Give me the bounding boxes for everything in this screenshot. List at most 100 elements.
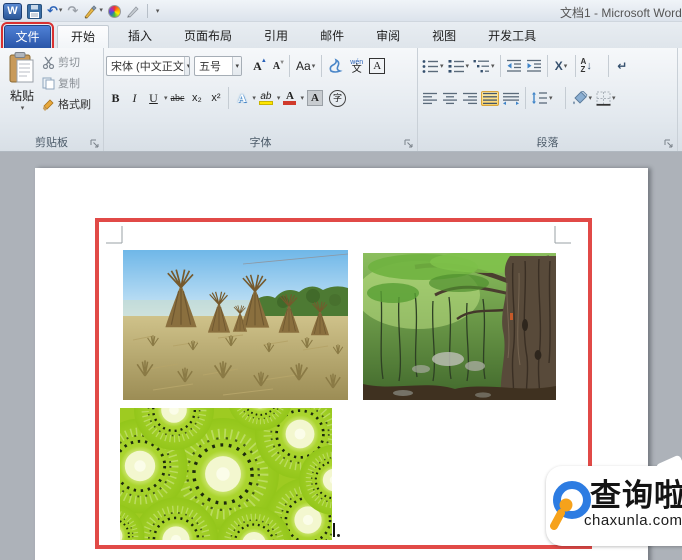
borders-icon	[596, 91, 611, 106]
tab-page-layout[interactable]: 页面布局	[171, 25, 245, 48]
clipboard-group: 粘贴 ▾ 剪切 复制	[0, 48, 104, 151]
tab-review[interactable]: 审阅	[363, 25, 413, 48]
increase-indent-button[interactable]	[525, 58, 543, 74]
word-application-icon[interactable]: W	[3, 3, 22, 20]
scissors-icon	[42, 56, 55, 69]
font-family-value: 宋体 (中文正文	[111, 58, 184, 74]
line-spacing-button[interactable]: ▾	[530, 90, 554, 106]
justify-icon	[482, 92, 498, 105]
font-color-button[interactable]: A	[280, 87, 299, 109]
redo-icon: ↷	[67, 3, 78, 19]
clear-formatting-button[interactable]	[325, 55, 347, 77]
shrink-font-button[interactable]: A​▼	[267, 55, 286, 77]
photo-haystack-field[interactable]	[123, 250, 348, 400]
font-size-combo[interactable]: 五号 ▾	[194, 56, 242, 76]
align-right-button[interactable]	[461, 91, 479, 106]
superscript-button[interactable]: x²	[206, 87, 225, 109]
format-painter-icon	[42, 98, 55, 111]
numbering-button[interactable]: ▾	[447, 58, 471, 75]
borders-button[interactable]: ▾	[595, 90, 617, 107]
font-family-combo[interactable]: 宋体 (中文正文 ▾	[106, 56, 190, 76]
highlight-color-button[interactable]: ab	[256, 87, 276, 109]
font-size-value: 五号	[199, 58, 221, 74]
change-case-button[interactable]: Aa ▾	[293, 55, 318, 77]
redo-button[interactable]: ↷	[67, 3, 78, 19]
cut-button[interactable]: 剪切	[42, 53, 91, 71]
tab-home[interactable]: 开始	[57, 25, 109, 48]
clear-formatting-icon	[328, 58, 344, 74]
tab-mailings[interactable]: 邮件	[307, 25, 357, 48]
pen-annotate-button[interactable]	[126, 4, 140, 18]
tab-developer[interactable]: 开发工具	[475, 25, 549, 48]
undo-button[interactable]: ↶ ▾	[47, 3, 62, 19]
clipboard-dialog-launcher[interactable]	[90, 139, 100, 149]
text-cursor	[333, 523, 335, 537]
draw-pens-button[interactable]: ▾	[83, 3, 103, 19]
grow-font-button[interactable]: A​▲	[248, 55, 267, 77]
font-dialog-launcher[interactable]	[404, 139, 414, 149]
paste-dropdown-caret[interactable]: ▾	[21, 104, 25, 112]
font-size-caret[interactable]: ▾	[232, 57, 241, 75]
paragraph-dot	[337, 534, 340, 537]
font-family-caret[interactable]: ▾	[184, 57, 190, 75]
pens-dropdown-caret[interactable]: ▾	[99, 3, 103, 19]
paragraph-dialog-launcher[interactable]	[664, 139, 674, 149]
save-button[interactable]	[27, 4, 42, 19]
multilevel-list-button[interactable]: ▾	[472, 58, 496, 75]
text-effects-button[interactable]: A	[232, 87, 251, 109]
distribute-button[interactable]	[501, 91, 521, 106]
tab-insert[interactable]: 插入	[115, 25, 165, 48]
font-group: 宋体 (中文正文 ▾ 五号 ▾ A​▲ A​▼ Aa ▾	[104, 48, 418, 151]
undo-dropdown-caret[interactable]: ▾	[59, 3, 63, 19]
character-shading-button[interactable]: A	[304, 87, 326, 109]
align-center-button[interactable]	[441, 91, 459, 106]
phonetic-guide-button[interactable]: wén 文	[347, 55, 366, 77]
strikethrough-button[interactable]: abc	[168, 87, 188, 109]
watermark-name: 查询啦	[590, 470, 682, 515]
multilevel-list-icon	[473, 59, 490, 74]
bullets-icon	[422, 59, 439, 74]
align-left-button[interactable]	[421, 91, 439, 106]
customize-qat-caret[interactable]: ▾	[156, 7, 160, 15]
photo-forest-tree[interactable]	[363, 253, 556, 400]
paste-button[interactable]: 粘贴 ▾	[4, 52, 40, 132]
paste-icon	[9, 52, 35, 84]
enclose-characters-button[interactable]: 字	[326, 87, 349, 109]
underline-button[interactable]: U	[144, 87, 163, 109]
shading-button[interactable]: ▾	[570, 90, 594, 107]
format-painter-button[interactable]: 格式刷	[42, 95, 91, 113]
copy-button[interactable]: 复制	[42, 74, 91, 92]
decrease-indent-icon	[506, 59, 522, 73]
ribbon: 粘贴 ▾ 剪切 复制	[0, 48, 682, 152]
subscript-button[interactable]: x₂	[187, 87, 206, 109]
sort-button[interactable]: A Z ↓	[580, 57, 593, 75]
justify-button[interactable]	[481, 91, 499, 106]
line-spacing-icon	[531, 91, 548, 105]
show-hide-marks-button[interactable]: ↵	[613, 55, 632, 77]
bullets-button[interactable]: ▾	[421, 58, 445, 75]
align-left-icon	[422, 92, 438, 105]
underline-caret[interactable]: ▾	[164, 94, 168, 102]
character-border-button[interactable]: A	[366, 55, 388, 77]
cut-label: 剪切	[58, 54, 80, 70]
decrease-indent-button[interactable]	[505, 58, 523, 74]
asian-layout-button[interactable]: X ▾	[552, 55, 571, 77]
tab-view[interactable]: 视图	[419, 25, 469, 48]
tab-references[interactable]: 引用	[251, 25, 301, 48]
title-bar: W ↶ ▾ ↷ ▾	[0, 0, 682, 22]
document-workspace[interactable]: 查询啦 chaxunla.com	[0, 152, 682, 560]
bold-button[interactable]: B	[106, 87, 125, 109]
colors-icon[interactable]	[108, 5, 121, 18]
italic-button[interactable]: I	[125, 87, 144, 109]
paragraph-group: ▾ ▾ ▾	[418, 48, 678, 151]
pen-icon	[126, 4, 140, 18]
format-painter-label: 格式刷	[58, 96, 91, 112]
paste-label: 粘贴	[10, 87, 34, 104]
tab-file[interactable]: 文件	[4, 25, 51, 48]
photo-kiwi-slices[interactable]	[120, 408, 332, 540]
font-group-label: 字体	[104, 134, 417, 150]
quick-access-toolbar: W ↶ ▾ ↷ ▾	[3, 1, 159, 21]
qat-separator	[147, 4, 148, 18]
font-color-bar	[283, 101, 296, 105]
window-title: 文档1 - Microsoft Word	[560, 4, 682, 21]
